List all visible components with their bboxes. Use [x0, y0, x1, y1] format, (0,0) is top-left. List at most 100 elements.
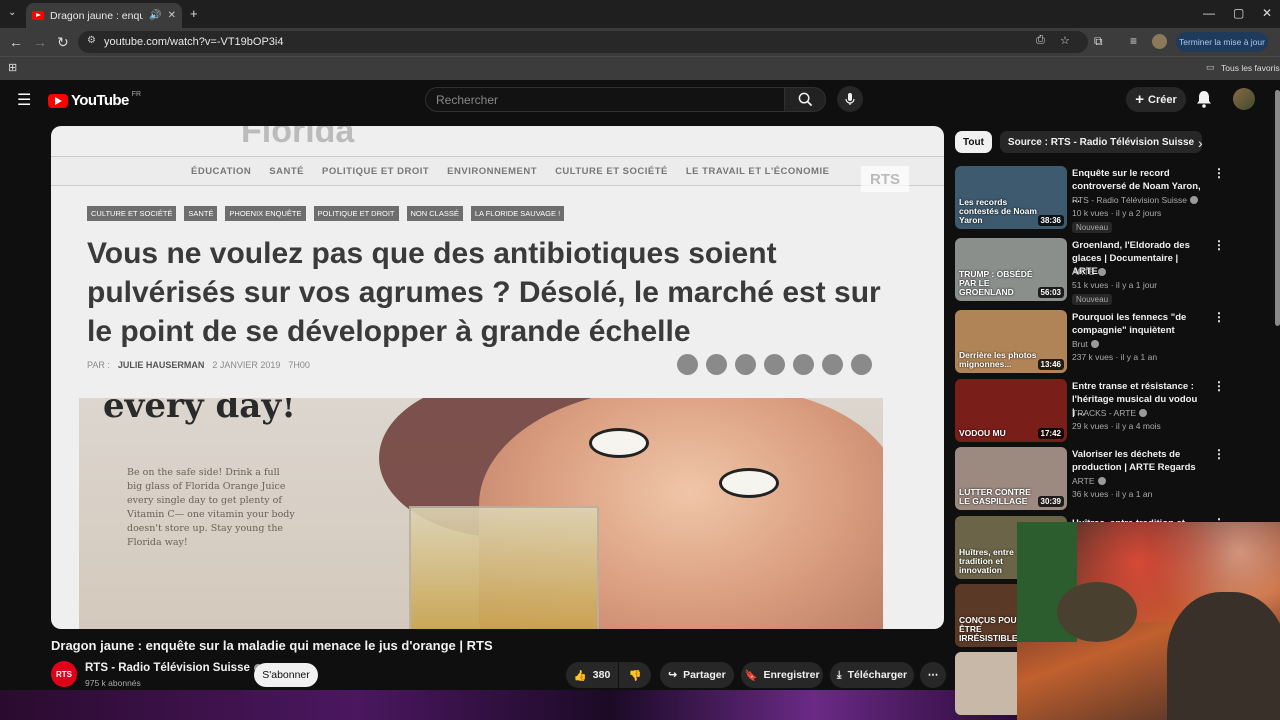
share-button[interactable]: ↪ Partager [660, 662, 734, 688]
verified-icon [1097, 268, 1106, 276]
url-text: youtube.com/watch?v=-VT19bOP3i4 [104, 36, 284, 48]
tab-search-icon[interactable]: ⌄ [8, 7, 16, 18]
article-tag: SANTÉ [184, 206, 218, 221]
like-count: 380 [592, 669, 611, 681]
youtube-wordmark: YouTube [71, 92, 129, 109]
ad-headline: every day! [103, 398, 297, 426]
address-bar[interactable]: ⚙ youtube.com/watch?v=-VT19bOP3i4 ⎙ ☆ [78, 31, 1088, 53]
article-tag: POLITIQUE ET DROIT [313, 206, 399, 221]
notifications-bell-icon[interactable] [1196, 90, 1212, 108]
youtube-logo[interactable]: YouTube FR [48, 91, 141, 109]
speaker-icon[interactable]: 🔊 [149, 10, 161, 21]
more-options-icon[interactable]: ⋮ [1213, 310, 1225, 324]
recommendation-meta: 51 k vues · il y a 1 jour [1072, 280, 1158, 290]
recommendation-item[interactable]: Derrière les photos mignonnes... 13:46 Pou… [955, 310, 1225, 374]
site-nav-item: LE TRAVAIL ET L'ÉCONOMIE [685, 165, 830, 177]
extensions-icon[interactable]: ⧉ [1094, 34, 1103, 49]
video-thumbnail[interactable]: LUTTER CONTRE LE GASPILLAGE 30:39 [955, 447, 1067, 510]
article-tag: NON CLASSÉ [406, 206, 463, 221]
close-tab-icon[interactable]: ✕ [168, 10, 176, 21]
browser-tab-active[interactable]: Dragon jaune : enquête sur 🔊 ✕ [26, 3, 182, 28]
more-options-icon[interactable]: ⋮ [1213, 238, 1225, 252]
all-bookmarks-link[interactable]: Tous les favoris [1221, 63, 1280, 73]
install-icon[interactable]: ⎙ [1036, 34, 1045, 47]
new-tab-icon[interactable]: + [190, 6, 198, 21]
article-tags: CULTURE ET SOCIÉTÉ SANTÉ PHOENIX ENQUÊTE… [87, 206, 565, 221]
filter-chips: Tout Source : RTS - Radio Télévision Sui… [955, 131, 1203, 153]
video-duration: 13:46 [1037, 359, 1064, 370]
reading-list-icon[interactable]: ≡ [1130, 34, 1137, 48]
byline-author: JULIE HAUSERMAN [117, 360, 205, 370]
save-label: Enregistrer [763, 669, 820, 681]
recommendation-title[interactable]: Pourquoi les fennecs "de compagnie" inqu… [1072, 311, 1202, 337]
video-thumbnail[interactable]: Derrière les photos mignonnes... 13:46 [955, 310, 1067, 373]
voice-search-button[interactable] [837, 86, 863, 112]
download-label: Télécharger [847, 669, 908, 681]
subscribe-button[interactable]: S'abonner [254, 663, 318, 687]
browser-toolbar: ← → ↻ ⚙ youtube.com/watch?v=-VT19bOP3i4 … [0, 28, 1280, 56]
site-info-icon[interactable]: ⚙ [87, 35, 96, 46]
dislike-button[interactable]: 👎 [619, 662, 651, 688]
recommendation-item[interactable]: VODOU MU 17:42 Entre transe et résistance … [955, 379, 1225, 443]
back-icon[interactable]: ← [9, 34, 23, 50]
video-player[interactable]: Florida ÉDUCATION SANTÉ POLITIQUE ET DRO… [51, 126, 944, 629]
save-button[interactable]: 🔖 Enregistrer [741, 662, 823, 688]
video-duration: 30:39 [1037, 496, 1064, 507]
recommendation-channel-name: TRACKS - ARTE [1072, 408, 1137, 418]
video-thumbnail[interactable]: VODOU MU 17:42 [955, 379, 1067, 442]
video-title: Dragon jaune : enquête sur la maladie qu… [51, 638, 493, 653]
search-button[interactable] [784, 87, 826, 112]
search-input[interactable]: Rechercher [425, 87, 785, 112]
chip-all[interactable]: Tout [955, 131, 992, 153]
chip-source[interactable]: Source : RTS - Radio Télévision Suisse [999, 131, 1203, 153]
more-options-icon[interactable]: ⋮ [1213, 447, 1225, 461]
bookmark-star-icon[interactable]: ☆ [1060, 34, 1070, 47]
article-tag: PHOENIX ENQUÊTE [225, 206, 306, 221]
recommendation-item[interactable]: LUTTER CONTRE LE GASPILLAGE 30:39 Valorise… [955, 447, 1225, 511]
forward-icon[interactable]: → [33, 34, 47, 50]
video-thumbnail[interactable]: TRUMP : OBSÉDÉ PAR LE GROENLAND 56:03 [955, 238, 1067, 301]
plus-icon: + [1135, 91, 1144, 108]
site-nav-item: SANTÉ [269, 165, 304, 177]
video-thumbnail[interactable]: Les records contestés de Noam Yaron 38:36 [955, 166, 1067, 229]
linkedin-icon [764, 354, 785, 375]
like-button[interactable]: 👍 380 [566, 662, 618, 688]
minimize-icon[interactable]: — [1203, 6, 1215, 20]
finish-update-button[interactable]: Terminer la mise à jour [1176, 32, 1268, 52]
menu-icon[interactable]: ☰ [17, 90, 31, 110]
hat-shape [1057, 582, 1137, 642]
channel-name-text: RTS - Radio Télévision Suisse [85, 662, 250, 674]
more-options-icon[interactable]: ⋮ [1213, 379, 1225, 393]
rts-watermark: RTS [861, 166, 909, 192]
recommendation-channel: RTS - Radio Télévision Suisse [1072, 195, 1198, 205]
channel-avatar[interactable]: RTS [51, 661, 77, 687]
download-button[interactable]: ⤓ Télécharger [830, 662, 914, 688]
create-label: Créer [1148, 93, 1177, 106]
bookmark-icon: 🔖 [744, 669, 758, 682]
tab-title: Dragon jaune : enquête sur [50, 9, 144, 22]
close-window-icon[interactable]: ✕ [1262, 6, 1272, 20]
thumbnail-overlay-text: Les records contestés de Noam Yaron [959, 197, 1037, 225]
thumbnail-overlay-text: TRUMP : OBSÉDÉ PAR LE GROENLAND [959, 269, 1033, 297]
recommendation-item[interactable]: TRUMP : OBSÉDÉ PAR LE GROENLAND 56:03 Groe… [955, 238, 1225, 305]
streamer-silhouette [1167, 592, 1280, 720]
chips-next-icon[interactable]: › [1198, 135, 1203, 151]
reload-icon[interactable]: ↻ [57, 34, 69, 51]
email-icon [793, 354, 814, 375]
more-actions-button[interactable]: ⋯ [920, 662, 946, 688]
user-avatar[interactable] [1233, 88, 1255, 110]
apps-grid-icon[interactable]: ⊞ [8, 61, 17, 74]
profile-avatar[interactable] [1152, 34, 1167, 49]
page-scrollbar[interactable] [1275, 90, 1280, 326]
recommendation-item[interactable]: Les records contestés de Noam Yaron 38:36… [955, 166, 1225, 233]
new-badge: Nouveau [1072, 222, 1113, 233]
more-options-icon[interactable]: ⋮ [1213, 166, 1225, 180]
channel-name[interactable]: RTS - Radio Télévision Suisse [85, 662, 262, 674]
recommendation-title[interactable]: Valoriser les déchets de production | AR… [1072, 448, 1202, 474]
print-icon [851, 354, 872, 375]
maximize-icon[interactable]: ▢ [1233, 6, 1244, 20]
byline-prefix: PAR : [87, 360, 110, 370]
create-button[interactable]: + Créer [1126, 87, 1186, 112]
download-icon: ⤓ [836, 668, 842, 681]
byline-time: 7H00 [288, 360, 310, 370]
